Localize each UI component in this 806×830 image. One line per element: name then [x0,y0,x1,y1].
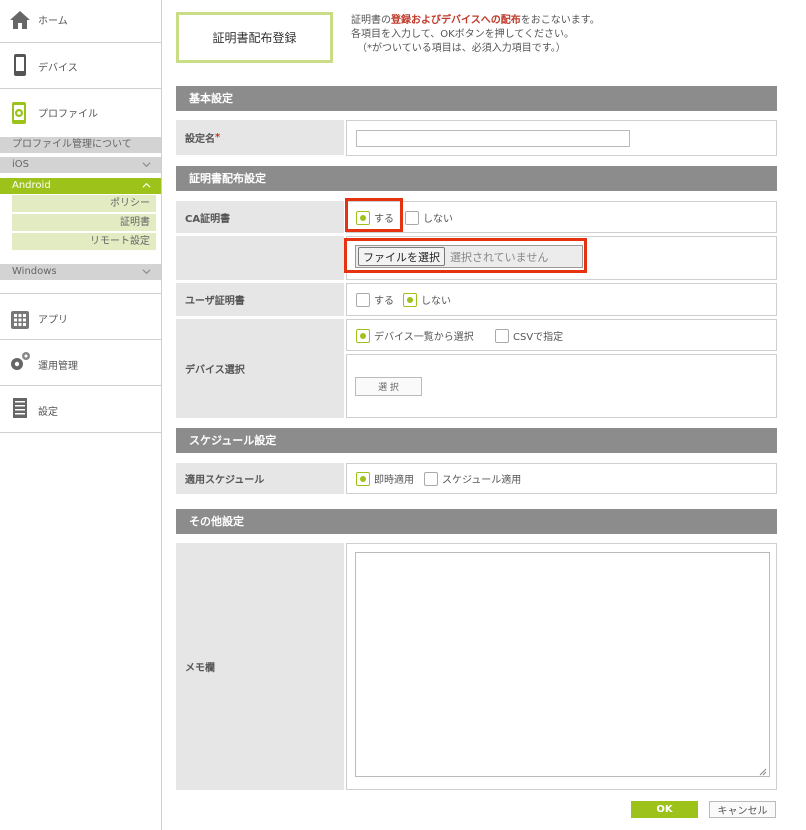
sidebar-item-about-profile[interactable]: プロファイル管理について [0,137,161,153]
nav-apps[interactable]: アプリ [0,293,161,340]
nav-devices[interactable]: デバイス [0,43,161,89]
cancel-button[interactable]: キャンセル [709,801,776,818]
intro-text: 証明書の [351,15,391,26]
section-basic-header: 基本設定 [176,86,777,111]
ca-file-label [176,236,344,280]
sidebar-item-policy[interactable]: ポリシー [12,195,156,212]
ca-cert-label: CA証明書 [176,201,344,233]
nav-devices-label: デバイス [38,63,78,74]
user-cert-yes-radio[interactable]: する [356,292,394,307]
chevron-down-icon [142,162,151,168]
nav-operations[interactable]: 運用管理 [0,340,161,386]
device-select-label: デバイス選択 [176,319,344,418]
nav-home-label: ホーム [38,16,68,27]
radio-unchecked-icon [356,292,370,307]
device-csv-label: CSVで指定 [513,332,564,343]
device-select-cell: 選 択 [346,354,777,418]
nav-profile-label: プロファイル [38,109,98,120]
intro-required-note: （*がついている項目は、必須入力項目です。） [357,43,566,54]
ca-cert-cell: する しない [346,201,777,233]
nav-profile[interactable]: プロファイル [0,89,161,136]
section-schedule-header: スケジュール設定 [176,428,777,453]
section-distribution-header: 証明書配布設定 [176,166,777,191]
highlight-file-chooser [344,238,587,273]
radio-unchecked-icon [424,471,438,486]
sidebar-item-ios-label: iOS [12,159,29,170]
setting-name-label-text: 設定名 [185,134,215,145]
memo-cell [346,543,777,790]
user-cert-cell: する しない [346,283,777,316]
sidebar-item-ios[interactable]: iOS [0,157,161,173]
sidebar-item-android[interactable]: Android [0,178,161,194]
schedule-scheduled-label: スケジュール適用 [442,475,522,486]
memo-textarea[interactable] [355,552,770,777]
sidebar-item-windows-label: Windows [12,266,57,277]
memo-label: メモ欄 [176,543,344,790]
nav-home[interactable]: ホーム [0,0,161,43]
chevron-down-icon [142,269,151,275]
profile-gear-icon [12,102,26,124]
radio-checked-icon [356,328,370,343]
intro-text: をおこないます。 [520,15,600,26]
page-intro: 証明書の登録およびデバイスへの配布をおこないます。 各項目を入力して、OKボタン… [351,14,771,56]
setting-name-cell [346,120,777,156]
user-cert-no-label: しない [421,296,451,307]
smartphone-icon [14,54,26,76]
nav-settings-label: 設定 [38,407,58,418]
ca-cert-no-radio[interactable]: しない [405,210,453,225]
schedule-now-radio[interactable]: 即時適用 [356,471,414,486]
chevron-up-icon [142,182,151,188]
sidebar-item-windows[interactable]: Windows [0,264,161,280]
user-cert-label: ユーザ証明書 [176,283,344,316]
gears-icon [11,352,30,370]
schedule-label: 適用スケジュール [176,463,344,494]
device-from-list-radio[interactable]: デバイス一覧から選択 [356,328,474,343]
user-cert-no-radio[interactable]: しない [403,292,451,307]
radio-unchecked-icon [495,328,509,343]
intro-instruction: 各項目を入力して、OKボタンを押してください。 [351,29,575,40]
resize-grip-icon[interactable] [758,767,767,776]
ca-cert-no-label: しない [423,214,453,225]
setting-name-label: 設定名 * [176,120,344,155]
device-csv-radio[interactable]: CSVで指定 [495,328,563,343]
schedule-scheduled-radio[interactable]: スケジュール適用 [424,471,521,486]
schedule-cell: 即時適用 スケジュール適用 [346,463,777,494]
required-mark: * [215,132,221,143]
page-title: 証明書配布登録 [176,12,333,63]
app-grid-icon [11,311,29,329]
document-list-icon [13,398,27,418]
intro-emphasis: 登録およびデバイスへの配布 [391,15,521,26]
user-cert-yes-label: する [374,296,394,307]
radio-unchecked-icon [405,210,419,225]
sidebar-item-android-label: Android [12,180,51,191]
sidebar-item-remote-settings[interactable]: リモート設定 [12,233,156,250]
schedule-now-label: 即時適用 [374,475,414,486]
sidebar-item-certificate[interactable]: 証明書 [12,214,156,231]
nav-settings[interactable]: 設定 [0,386,161,433]
device-from-list-label: デバイス一覧から選択 [374,332,474,343]
section-other-header: その他設定 [176,509,777,534]
sidebar-item-about-label: プロファイル管理について [12,139,132,150]
radio-checked-icon [403,292,417,307]
select-devices-button[interactable]: 選 択 [355,377,422,396]
home-icon [10,11,30,29]
sidebar: ホーム デバイス プロファイル プロファイル管理について iOS Android… [0,0,162,830]
nav-apps-label: アプリ [38,315,68,326]
setting-name-input[interactable] [356,130,630,147]
highlight-ca-yes [345,198,403,232]
radio-checked-icon [356,471,370,486]
device-select-mode-cell: デバイス一覧から選択 CSVで指定 [346,319,777,351]
nav-operations-label: 運用管理 [38,361,78,372]
ok-button[interactable]: OK [631,801,698,818]
